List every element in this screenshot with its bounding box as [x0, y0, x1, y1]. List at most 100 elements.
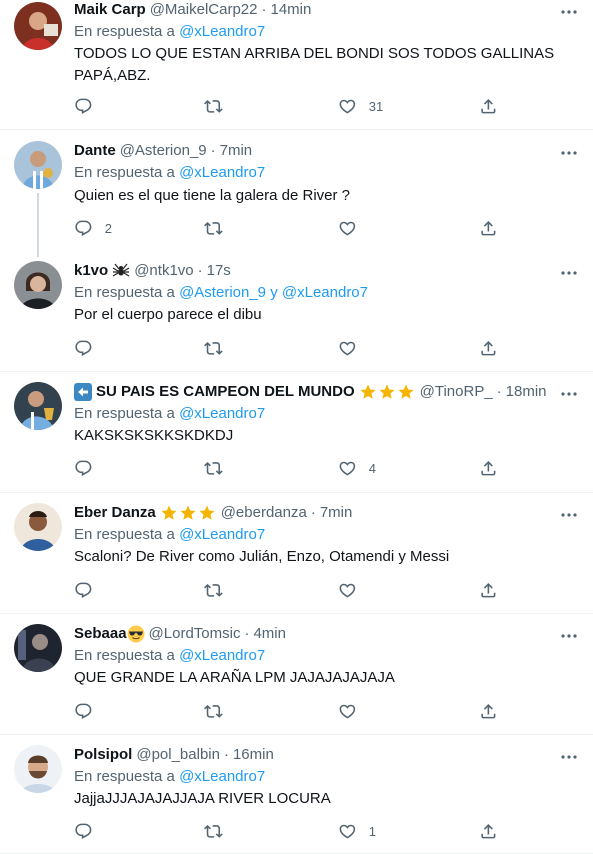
- reply-button[interactable]: [74, 338, 105, 358]
- like-button[interactable]: [338, 218, 369, 238]
- user-handle[interactable]: @MaikelCarp22: [150, 0, 258, 20]
- share-button[interactable]: [479, 701, 498, 721]
- mention-link[interactable]: @xLeandro7: [179, 164, 265, 181]
- mention-link[interactable]: @xLeandro7: [179, 23, 265, 40]
- like-button[interactable]: 1: [338, 821, 376, 841]
- tweet-text: KAKSKSKSKKSKDKDJ: [74, 427, 234, 444]
- like-button[interactable]: [338, 580, 369, 600]
- mention-link[interactable]: @xLeandro7: [179, 526, 265, 543]
- display-name[interactable]: Eber Danza: [74, 503, 156, 523]
- tweet[interactable]: Eber Danza @eberdanza · 7min En respuest…: [0, 493, 593, 614]
- share-button[interactable]: [479, 580, 498, 600]
- mention-link[interactable]: @xLeandro7: [179, 647, 265, 664]
- tweet[interactable]: k1vo @ntk1vo · 17s En respuesta a @Aster…: [0, 251, 593, 372]
- display-name[interactable]: Polsipol: [74, 745, 132, 765]
- action-bar: 31: [74, 96, 504, 116]
- mention-link[interactable]: @xLeandro7: [282, 284, 368, 301]
- timestamp[interactable]: 4min: [253, 624, 286, 644]
- retweet-icon: [204, 461, 223, 475]
- retweet-button[interactable]: [204, 458, 235, 478]
- reply-context: En respuesta a @xLeandro7: [74, 526, 266, 543]
- avatar[interactable]: [14, 745, 62, 793]
- more-icon[interactable]: [559, 143, 579, 163]
- reply-button[interactable]: [74, 458, 105, 478]
- retweet-icon: [204, 99, 223, 113]
- display-name[interactable]: Maik Carp: [74, 0, 146, 20]
- user-handle[interactable]: @eberdanza: [221, 503, 307, 523]
- more-icon[interactable]: [559, 747, 579, 767]
- more-icon[interactable]: [559, 2, 579, 22]
- timestamp[interactable]: 17s: [207, 261, 231, 281]
- avatar[interactable]: [14, 624, 62, 672]
- share-button[interactable]: [479, 338, 498, 358]
- more-icon[interactable]: [559, 263, 579, 283]
- action-bar: 4: [74, 458, 504, 478]
- user-handle[interactable]: @Asterion_9: [120, 141, 207, 161]
- action-bar: [74, 338, 504, 358]
- tweet[interactable]: Dante @Asterion_9 · 7min En respuesta a …: [0, 131, 593, 257]
- reply-context: En respuesta a @Asterion_9 y @xLeandro7: [74, 284, 368, 301]
- avatar[interactable]: [14, 261, 62, 309]
- avatar[interactable]: [14, 382, 62, 430]
- sunglasses-emoji-icon: [127, 625, 145, 643]
- reply-context: En respuesta a @xLeandro7: [74, 768, 266, 785]
- mention-link[interactable]: @xLeandro7: [179, 405, 265, 422]
- share-icon: [481, 98, 496, 114]
- share-icon: [481, 582, 496, 598]
- display-name[interactable]: k1vo: [74, 261, 108, 281]
- user-handle[interactable]: @pol_balbin: [136, 745, 220, 765]
- retweet-button[interactable]: [204, 701, 235, 721]
- retweet-button[interactable]: [204, 218, 235, 238]
- like-button[interactable]: 31: [338, 96, 383, 116]
- avatar[interactable]: [14, 2, 62, 50]
- avatar[interactable]: [14, 141, 62, 189]
- timestamp[interactable]: 7min: [220, 141, 253, 161]
- reply-icon: [75, 823, 92, 839]
- action-bar: [74, 580, 504, 600]
- retweet-icon: [204, 341, 223, 355]
- display-name[interactable]: Dante: [74, 141, 116, 161]
- share-button[interactable]: [479, 218, 498, 238]
- tweet[interactable]: SU PAIS ES CAMPEON DEL MUNDO @TinoRP_ · …: [0, 372, 593, 493]
- reply-button[interactable]: [74, 580, 105, 600]
- user-handle[interactable]: @TinoRP_: [420, 382, 493, 402]
- star-icon: [360, 384, 376, 399]
- reply-button[interactable]: [74, 701, 105, 721]
- more-icon[interactable]: [559, 626, 579, 646]
- star-icon: [180, 505, 196, 520]
- spider-emoji-icon: [112, 262, 130, 280]
- like-button[interactable]: 4: [338, 458, 376, 478]
- display-name[interactable]: SU PAIS ES CAMPEON DEL MUNDO: [96, 382, 355, 402]
- heart-icon: [339, 461, 356, 476]
- like-button[interactable]: [338, 701, 369, 721]
- share-button[interactable]: [479, 821, 498, 841]
- retweet-button[interactable]: [204, 338, 235, 358]
- tweet[interactable]: Sebaaa @LordTomsic · 4min En respuesta a…: [0, 614, 593, 735]
- retweet-button[interactable]: [204, 580, 235, 600]
- thread-connector: [37, 193, 39, 257]
- more-icon[interactable]: [559, 384, 579, 404]
- like-button[interactable]: [338, 338, 369, 358]
- tweet[interactable]: Polsipol @pol_balbin · 16min En respuest…: [0, 735, 593, 854]
- user-handle[interactable]: @ntk1vo: [134, 261, 193, 281]
- share-button[interactable]: [479, 458, 498, 478]
- share-button[interactable]: [479, 96, 498, 116]
- share-icon: [481, 220, 496, 236]
- retweet-button[interactable]: [204, 96, 235, 116]
- timestamp[interactable]: 14min: [270, 0, 311, 20]
- retweet-button[interactable]: [204, 821, 235, 841]
- timestamp[interactable]: 18min: [506, 382, 547, 402]
- timestamp[interactable]: 16min: [233, 745, 274, 765]
- reply-button[interactable]: [74, 821, 105, 841]
- action-bar: [74, 701, 504, 721]
- mention-link[interactable]: @xLeandro7: [179, 768, 265, 785]
- display-name[interactable]: Sebaaa: [74, 624, 127, 644]
- user-handle[interactable]: @LordTomsic: [149, 624, 241, 644]
- mention-link[interactable]: @Asterion_9: [179, 284, 266, 301]
- tweet[interactable]: Maik Carp @MaikelCarp22 · 14min En respu…: [0, 0, 593, 130]
- more-icon[interactable]: [559, 505, 579, 525]
- reply-button[interactable]: 2: [74, 218, 112, 238]
- timestamp[interactable]: 7min: [320, 503, 353, 523]
- reply-button[interactable]: [74, 96, 105, 116]
- avatar[interactable]: [14, 503, 62, 551]
